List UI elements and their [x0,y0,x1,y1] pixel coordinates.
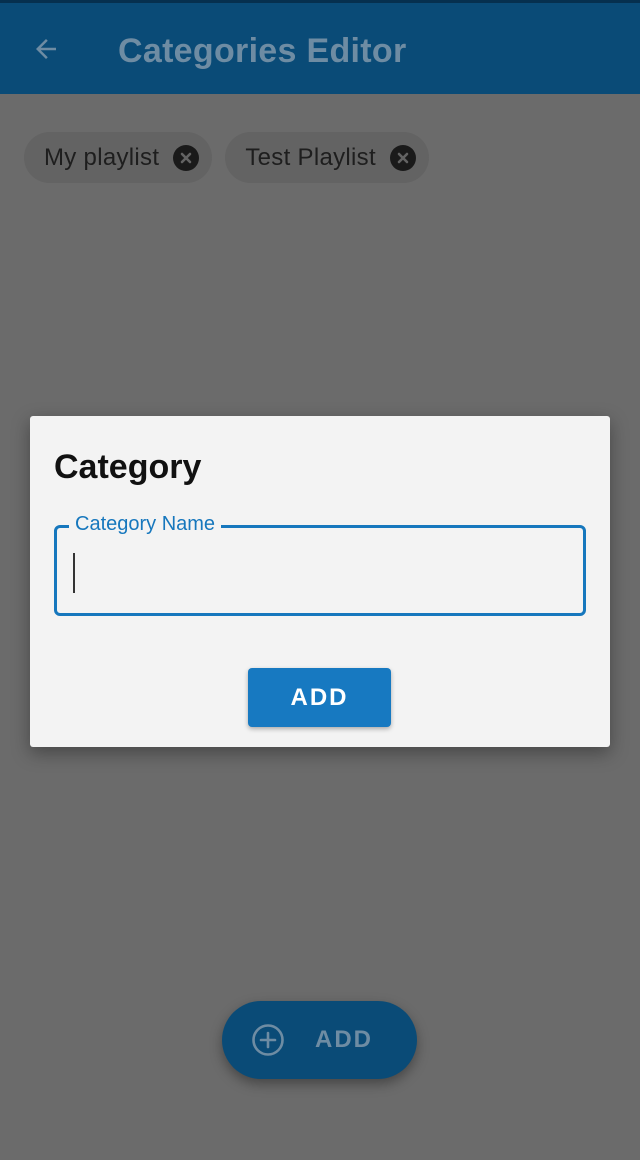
page-title: Categories Editor [118,32,407,70]
text-cursor [73,553,75,593]
chip-label: My playlist [44,143,160,171]
chip-label: Test Playlist [245,143,376,171]
category-name-input[interactable] [71,546,575,596]
fab-label: ADD [315,1026,373,1053]
category-dialog: Category Category Name ADD [30,416,610,747]
arrow-left-icon [36,39,56,59]
chip-remove-button[interactable] [173,144,200,171]
dialog-title: Category [54,448,202,486]
app-bar: Categories Editor [0,3,640,94]
chip-remove-button[interactable] [389,144,416,171]
category-chip[interactable]: Test Playlist [225,132,429,183]
plus-circle-icon [251,1023,285,1057]
close-icon [181,152,192,163]
category-chip[interactable]: My playlist [24,132,213,183]
field-label: Category Name [69,512,222,536]
add-category-fab[interactable]: ADD [222,1001,417,1079]
back-button[interactable] [20,27,72,71]
category-name-field[interactable]: Category Name [54,512,586,616]
close-icon [397,152,409,163]
dialog-add-button[interactable]: ADD [248,668,391,727]
category-chip-list: My playlist Test Playlist [24,132,429,183]
